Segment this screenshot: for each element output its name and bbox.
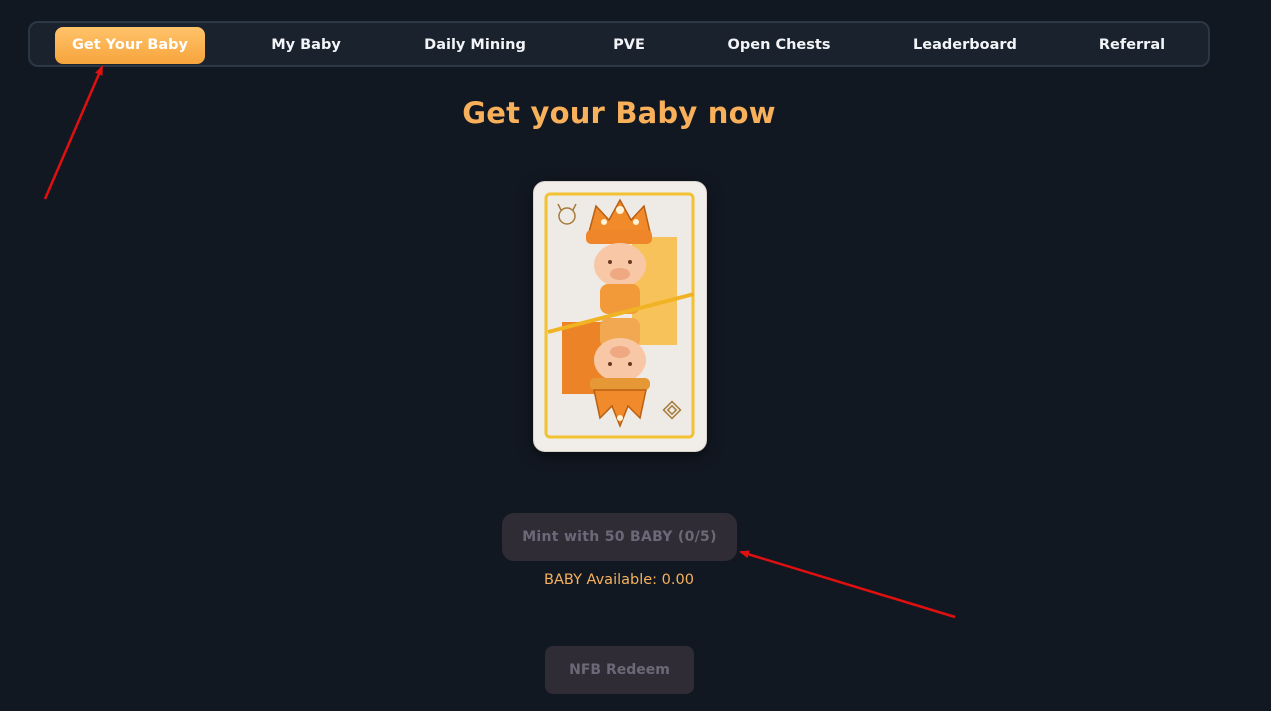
baby-king-card bbox=[533, 181, 707, 452]
tab-daily-mining[interactable]: Daily Mining bbox=[417, 27, 533, 64]
tab-leaderboard[interactable]: Leaderboard bbox=[903, 27, 1027, 64]
tab-pve[interactable]: PVE bbox=[597, 27, 661, 64]
tab-open-chests[interactable]: Open Chests bbox=[721, 27, 837, 64]
nfb-redeem-button[interactable]: NFB Redeem bbox=[545, 646, 694, 694]
baby-king-card-art bbox=[544, 192, 695, 439]
tab-my-baby[interactable]: My Baby bbox=[250, 27, 362, 64]
main-nav: Get Your Baby My Baby Daily Mining PVE O… bbox=[28, 21, 1210, 67]
page-title: Get your Baby now bbox=[462, 96, 776, 130]
mint-button[interactable]: Mint with 50 BABY (0/5) bbox=[502, 513, 737, 561]
tab-referral[interactable]: Referral bbox=[1087, 27, 1177, 64]
baby-available-text: BABY Available: 0.00 bbox=[544, 572, 694, 588]
tab-get-your-baby[interactable]: Get Your Baby bbox=[55, 27, 205, 64]
arrow-to-tab-icon bbox=[43, 65, 104, 200]
